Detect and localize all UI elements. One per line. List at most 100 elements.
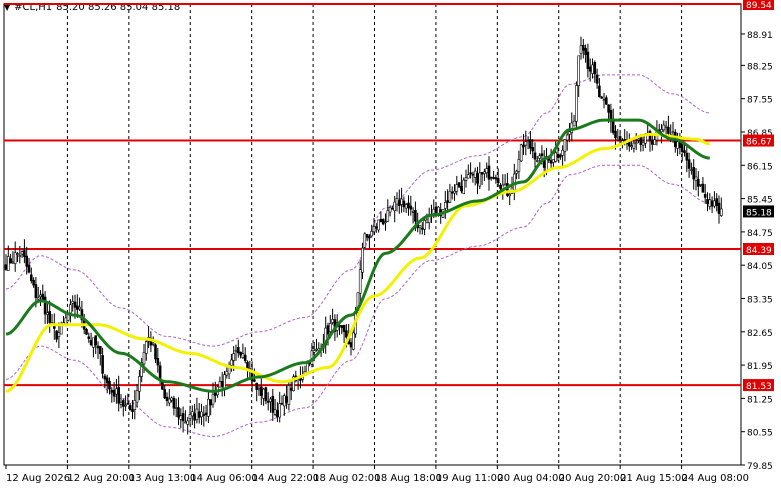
candle-body: [466, 174, 470, 179]
candle-body: [266, 401, 270, 403]
candle-body: [667, 127, 670, 134]
candle-body: [604, 97, 608, 105]
candle-body: [172, 397, 176, 409]
candle-body: [99, 346, 102, 355]
candle-body: [358, 269, 362, 294]
candle-body: [391, 208, 394, 210]
candle-body: [409, 205, 413, 210]
candle-body: [464, 177, 468, 181]
candle-body: [276, 410, 279, 418]
candle-body: [71, 301, 74, 304]
candle-body: [64, 317, 68, 324]
x-tick-label: 12 Aug 20:00: [67, 473, 134, 484]
candle-body: [103, 375, 107, 380]
candle-body: [671, 131, 675, 134]
price-chart[interactable]: 88.9188.2587.5586.8586.1585.4584.7584.05…: [0, 0, 781, 489]
candle-body: [55, 330, 58, 340]
candle-body: [379, 218, 383, 223]
candle-body: [653, 139, 656, 145]
candle-body: [257, 388, 261, 391]
candle-body: [508, 193, 512, 197]
candle-body: [181, 413, 185, 422]
candle-body: [676, 141, 679, 149]
candle-body: [393, 201, 397, 211]
candle-body: [457, 182, 461, 188]
candle-body: [719, 208, 723, 216]
candle-body: [156, 357, 160, 366]
candle-body: [349, 342, 353, 348]
candle-body: [191, 411, 194, 417]
candle-body: [370, 231, 374, 237]
candle-body: [395, 198, 399, 205]
candle-body: [637, 138, 640, 141]
candle-body: [397, 200, 401, 207]
candle-body: [519, 144, 523, 162]
candle-body: [158, 365, 162, 380]
candle-body: [117, 386, 120, 404]
candle-body: [554, 152, 558, 162]
candle-body: [76, 305, 79, 310]
candle-body: [706, 199, 709, 205]
x-tick-label: 13 Aug 13:00: [129, 473, 196, 484]
candle-body: [165, 396, 169, 402]
x-tick-label: 18 Aug 18:00: [375, 473, 442, 484]
candle-body: [135, 390, 139, 403]
candle-body: [57, 332, 61, 337]
y-tick-label: 87.55: [747, 96, 773, 106]
level-price-label: 89.54: [746, 1, 772, 11]
candle-body: [328, 323, 332, 332]
candle-body: [639, 137, 643, 145]
candle-body: [404, 204, 408, 209]
candle-body: [202, 414, 206, 416]
candle-body: [177, 407, 180, 418]
x-tick-label: 19 Aug 11:00: [436, 473, 503, 484]
candle-body: [687, 159, 691, 169]
candle-body: [423, 220, 426, 230]
x-tick-label: 24 Aug 08:00: [682, 473, 749, 484]
candle-body: [660, 129, 663, 133]
candle-body: [345, 330, 348, 338]
candle-body: [432, 208, 436, 214]
candle-body: [168, 398, 171, 404]
candle-body: [25, 255, 29, 267]
candle-body: [407, 202, 410, 209]
candle-body: [641, 141, 645, 146]
candle-body: [448, 190, 452, 203]
candle-body: [340, 325, 344, 328]
time-axis: 12 Aug 202612 Aug 20:0013 Aug 13:0014 Au…: [5, 465, 749, 484]
candle-body: [29, 274, 33, 282]
candle-body: [9, 258, 12, 264]
candle-body: [351, 332, 355, 350]
candle-body: [469, 172, 472, 175]
x-tick-label: 21 Aug 15:00: [620, 473, 687, 484]
candle-body: [572, 120, 576, 127]
candle-body: [581, 44, 585, 51]
candle-body: [414, 210, 417, 222]
candle-body: [535, 160, 539, 162]
candle-body: [218, 381, 222, 388]
candle-body: [650, 141, 654, 145]
candle-body: [133, 400, 137, 410]
candle-body: [4, 264, 8, 270]
candle-body: [648, 131, 652, 142]
x-tick-label: 20 Aug 20:00: [559, 473, 626, 484]
candle-body: [427, 216, 431, 223]
candle-body: [558, 154, 562, 158]
candle-body: [92, 337, 95, 348]
candle-body: [85, 329, 88, 335]
candle-body: [588, 66, 592, 72]
current-price-label: 85.18: [746, 208, 772, 218]
candle-body: [264, 387, 268, 402]
candle-body: [485, 168, 489, 173]
candle-body: [384, 221, 387, 224]
y-tick-label: 83.35: [747, 295, 773, 305]
candle-body: [101, 355, 104, 374]
level-price-label: 81.53: [746, 382, 772, 392]
candle-body: [549, 160, 553, 164]
candle-body: [237, 347, 240, 354]
candle-body: [570, 122, 574, 133]
y-tick-label: 84.05: [747, 262, 773, 272]
candle-body: [715, 198, 719, 206]
candle-body: [607, 104, 610, 113]
candle-body: [273, 409, 277, 415]
